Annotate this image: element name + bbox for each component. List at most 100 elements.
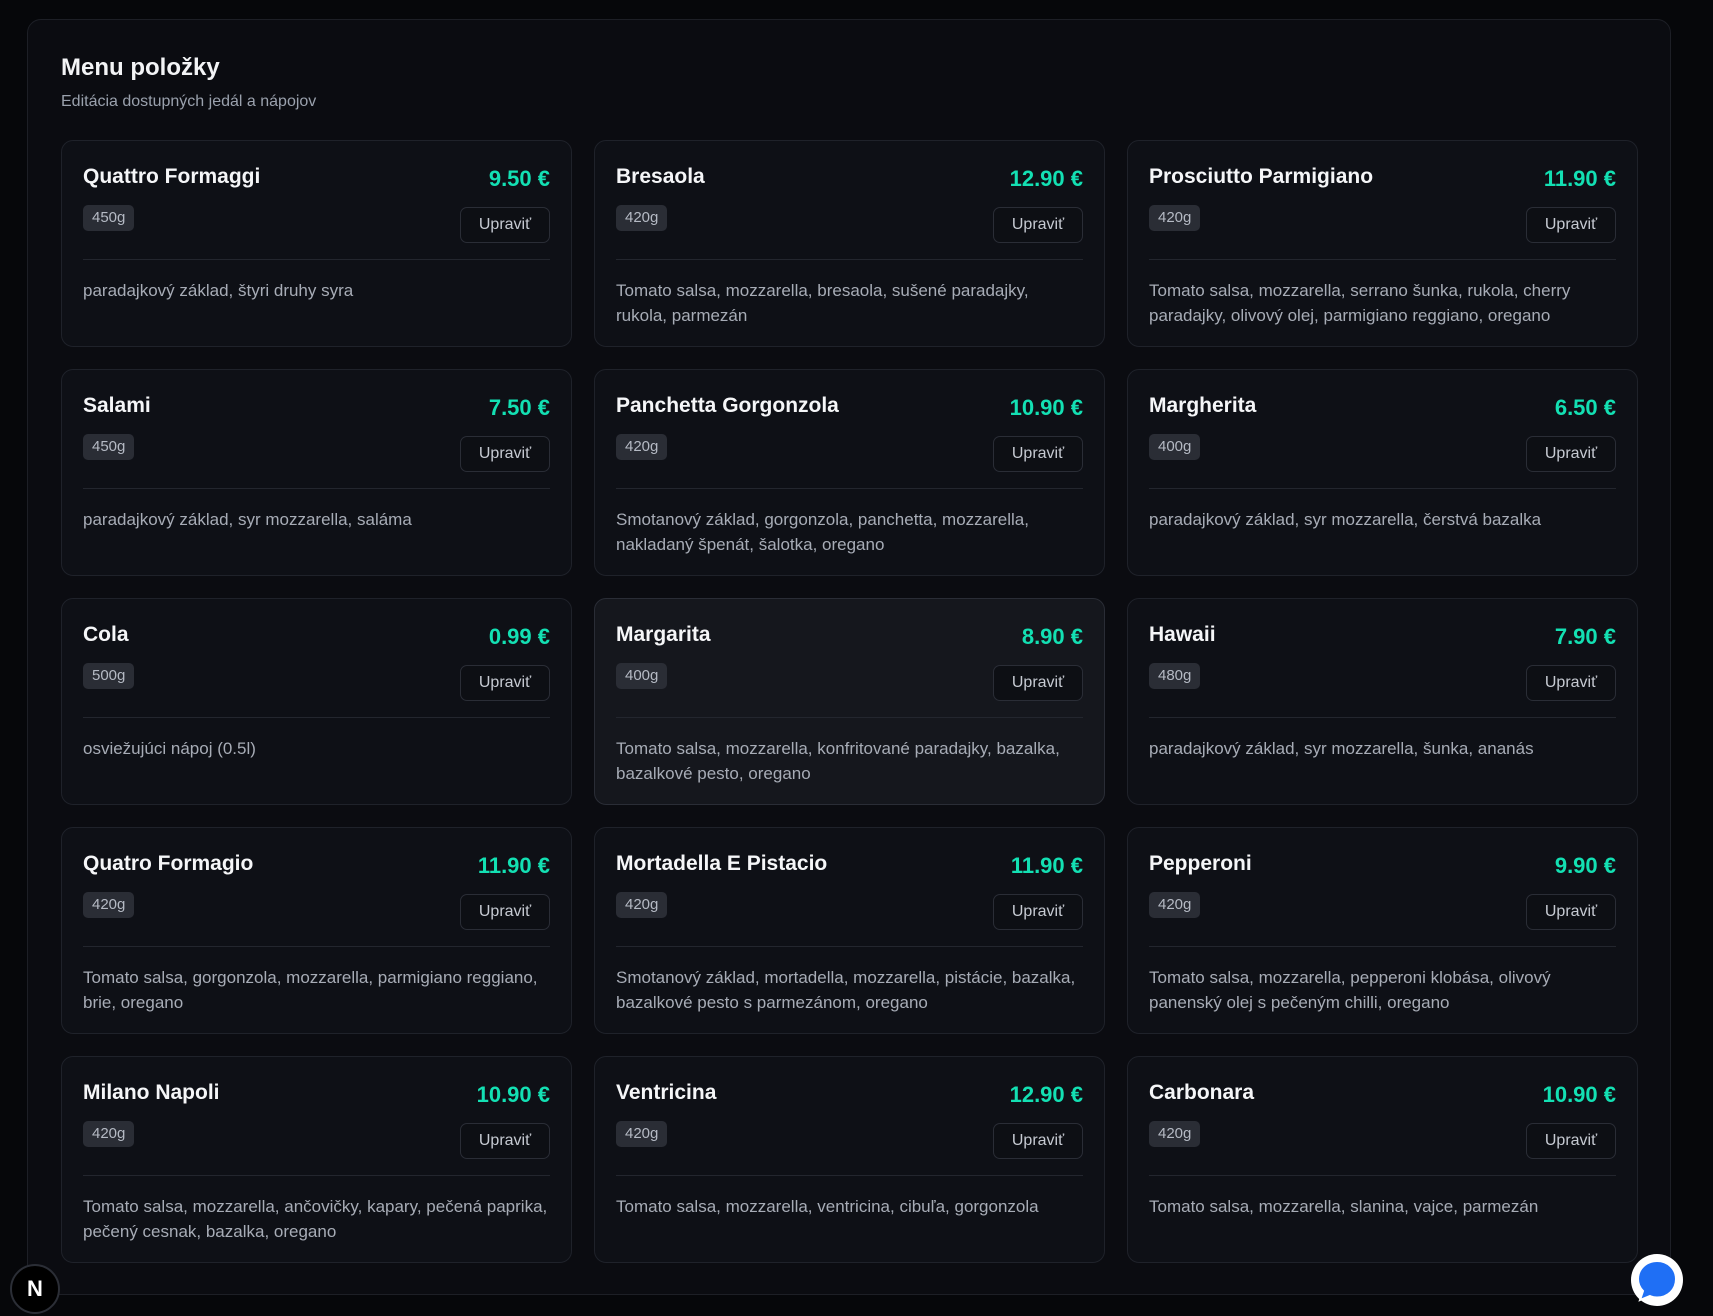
menu-item-card: Prosciutto Parmigiano 11.90 € 420g Uprav… (1127, 140, 1638, 347)
menu-item-weight-badge: 420g (83, 1121, 135, 1147)
menu-item-price: 7.90 € (1554, 624, 1616, 649)
menu-item-card: Margarita 8.90 € 400g Upraviť Tomato sal… (594, 598, 1105, 805)
menu-item-card: Panchetta Gorgonzola 10.90 € 420g Upravi… (594, 369, 1105, 576)
menu-item-name: Ventricina (616, 1081, 717, 1104)
edit-button[interactable]: Upraviť (993, 1123, 1083, 1159)
edit-button[interactable]: Upraviť (993, 894, 1083, 930)
menu-item-description: Tomato salsa, mozzarella, slanina, vajce… (1149, 1197, 1539, 1216)
menu-item-name: Cola (83, 623, 129, 646)
menu-item-card: Hawaii 7.90 € 480g Upraviť paradajkový z… (1127, 598, 1638, 805)
menu-item-name: Hawaii (1149, 623, 1216, 646)
edit-button[interactable]: Upraviť (1526, 665, 1616, 701)
menu-item-name: Carbonara (1149, 1081, 1255, 1104)
menu-item-weight-badge: 420g (616, 205, 668, 231)
menu-item-name: Mortadella E Pistacio (616, 852, 828, 875)
menu-item-weight-badge: 420g (1149, 892, 1201, 918)
menu-item-description: Tomato salsa, mozzarella, ančovičky, kap… (83, 1197, 548, 1241)
menu-item-price: 11.90 € (477, 853, 550, 878)
menu-item-weight-badge: 480g (1149, 663, 1201, 689)
divider (83, 259, 550, 260)
menu-item-weight-badge: 420g (616, 434, 668, 460)
edit-button[interactable]: Upraviť (1526, 894, 1616, 930)
menu-item-price: 7.50 € (488, 395, 550, 420)
menu-item-price: 6.50 € (1554, 395, 1616, 420)
divider (1149, 488, 1616, 489)
menu-item-price: 0.99 € (488, 624, 550, 649)
dev-badge-letter: N (27, 1276, 43, 1301)
menu-item-price: 10.90 € (476, 1082, 550, 1107)
edit-button[interactable]: Upraviť (1526, 1123, 1616, 1159)
divider (616, 717, 1083, 718)
divider (1149, 259, 1616, 260)
menu-item-weight-badge: 420g (83, 892, 135, 918)
edit-button[interactable]: Upraviť (1526, 207, 1616, 243)
edit-button[interactable]: Upraviť (460, 207, 550, 243)
edit-button[interactable]: Upraviť (993, 207, 1083, 243)
divider (83, 946, 550, 947)
menu-item-name: Pepperoni (1149, 852, 1252, 875)
menu-item-weight-badge: 500g (83, 663, 135, 689)
menu-item-card: Mortadella E Pistacio 11.90 € 420g Uprav… (594, 827, 1105, 1034)
menu-item-name: Milano Napoli (83, 1081, 220, 1104)
menu-item-price: 10.90 € (1009, 395, 1083, 420)
edit-button[interactable]: Upraviť (1526, 436, 1616, 472)
menu-item-description: Smotanový základ, mortadella, mozzarella… (616, 968, 1076, 1012)
menu-item-weight-badge: 420g (1149, 1121, 1201, 1147)
edit-button[interactable]: Upraviť (460, 1123, 550, 1159)
menu-item-price: 9.50 € (488, 166, 550, 191)
divider (1149, 946, 1616, 947)
edit-button[interactable]: Upraviť (460, 436, 550, 472)
divider (616, 488, 1083, 489)
menu-item-name: Bresaola (616, 165, 705, 188)
menu-item-description: paradajkový základ, syr mozzarella, šunk… (1149, 739, 1534, 758)
menu-item-description: Tomato salsa, mozzarella, konfritované p… (616, 739, 1060, 783)
menu-item-card: Quatro Formagio 11.90 € 420g Upraviť Tom… (61, 827, 572, 1034)
menu-item-card: Salami 7.50 € 450g Upraviť paradajkový z… (61, 369, 572, 576)
page-title: Menu položky (61, 54, 220, 81)
menu-item-card: Cola 0.99 € 500g Upraviť osviežujúci náp… (61, 598, 572, 805)
menu-item-description: paradajkový základ, syr mozzarella, čers… (1149, 510, 1542, 529)
menu-item-price: 9.90 € (1554, 853, 1616, 878)
menu-item-card: Ventricina 12.90 € 420g Upraviť Tomato s… (594, 1056, 1105, 1263)
edit-button[interactable]: Upraviť (460, 665, 550, 701)
menu-item-weight-badge: 450g (83, 434, 135, 460)
menu-item-card: Milano Napoli 10.90 € 420g Upraviť Tomat… (61, 1056, 572, 1263)
divider (83, 717, 550, 718)
menu-item-name: Quatro Formagio (83, 852, 254, 875)
menu-item-card: Pepperoni 9.90 € 420g Upraviť Tomato sal… (1127, 827, 1638, 1034)
menu-item-price: 11.90 € (1010, 853, 1083, 878)
divider (616, 1175, 1083, 1176)
menu-items-grid: Quattro Formaggi 9.50 € 450g Upraviť par… (61, 140, 1638, 1263)
nextjs-icon[interactable]: N (10, 1264, 60, 1314)
menu-item-name: Quattro Formaggi (83, 165, 261, 188)
menu-item-card: Carbonara 10.90 € 420g Upraviť Tomato sa… (1127, 1056, 1638, 1263)
menu-item-name: Salami (83, 394, 151, 417)
menu-item-description: Tomato salsa, gorgonzola, mozzarella, pa… (83, 968, 538, 1012)
divider (616, 259, 1083, 260)
menu-item-price: 12.90 € (1009, 1082, 1083, 1107)
menu-item-price: 8.90 € (1021, 624, 1083, 649)
divider (616, 946, 1083, 947)
menu-item-weight-badge: 450g (83, 205, 135, 231)
menu-item-description: osviežujúci nápoj (0.5l) (83, 739, 256, 758)
chat-bubble-icon (1631, 1254, 1683, 1306)
menu-item-weight-badge: 420g (1149, 205, 1201, 231)
menu-item-weight-badge: 400g (1149, 434, 1201, 460)
menu-item-card: Margherita 6.50 € 400g Upraviť paradajko… (1127, 369, 1638, 576)
menu-item-weight-badge: 400g (616, 663, 668, 689)
menu-item-description: Smotanový základ, gorgonzola, panchetta,… (616, 510, 1029, 554)
menu-item-name: Prosciutto Parmigiano (1149, 165, 1374, 188)
menu-item-name: Panchetta Gorgonzola (616, 394, 839, 417)
menu-item-description: Tomato salsa, mozzarella, bresaola, suše… (616, 281, 1029, 325)
menu-item-description: paradajkový základ, syr mozzarella, salá… (83, 510, 412, 529)
edit-button[interactable]: Upraviť (460, 894, 550, 930)
chat-button[interactable] (1630, 1253, 1684, 1307)
menu-item-price: 11.90 € (1543, 166, 1616, 191)
divider (1149, 1175, 1616, 1176)
menu-item-weight-badge: 420g (616, 892, 668, 918)
edit-button[interactable]: Upraviť (993, 665, 1083, 701)
edit-button[interactable]: Upraviť (993, 436, 1083, 472)
menu-item-name: Margherita (1149, 394, 1257, 417)
menu-items-panel: Menu položky Editácia dostupných jedál a… (27, 19, 1671, 1295)
menu-item-description: Tomato salsa, mozzarella, pepperoni klob… (1149, 968, 1551, 1012)
